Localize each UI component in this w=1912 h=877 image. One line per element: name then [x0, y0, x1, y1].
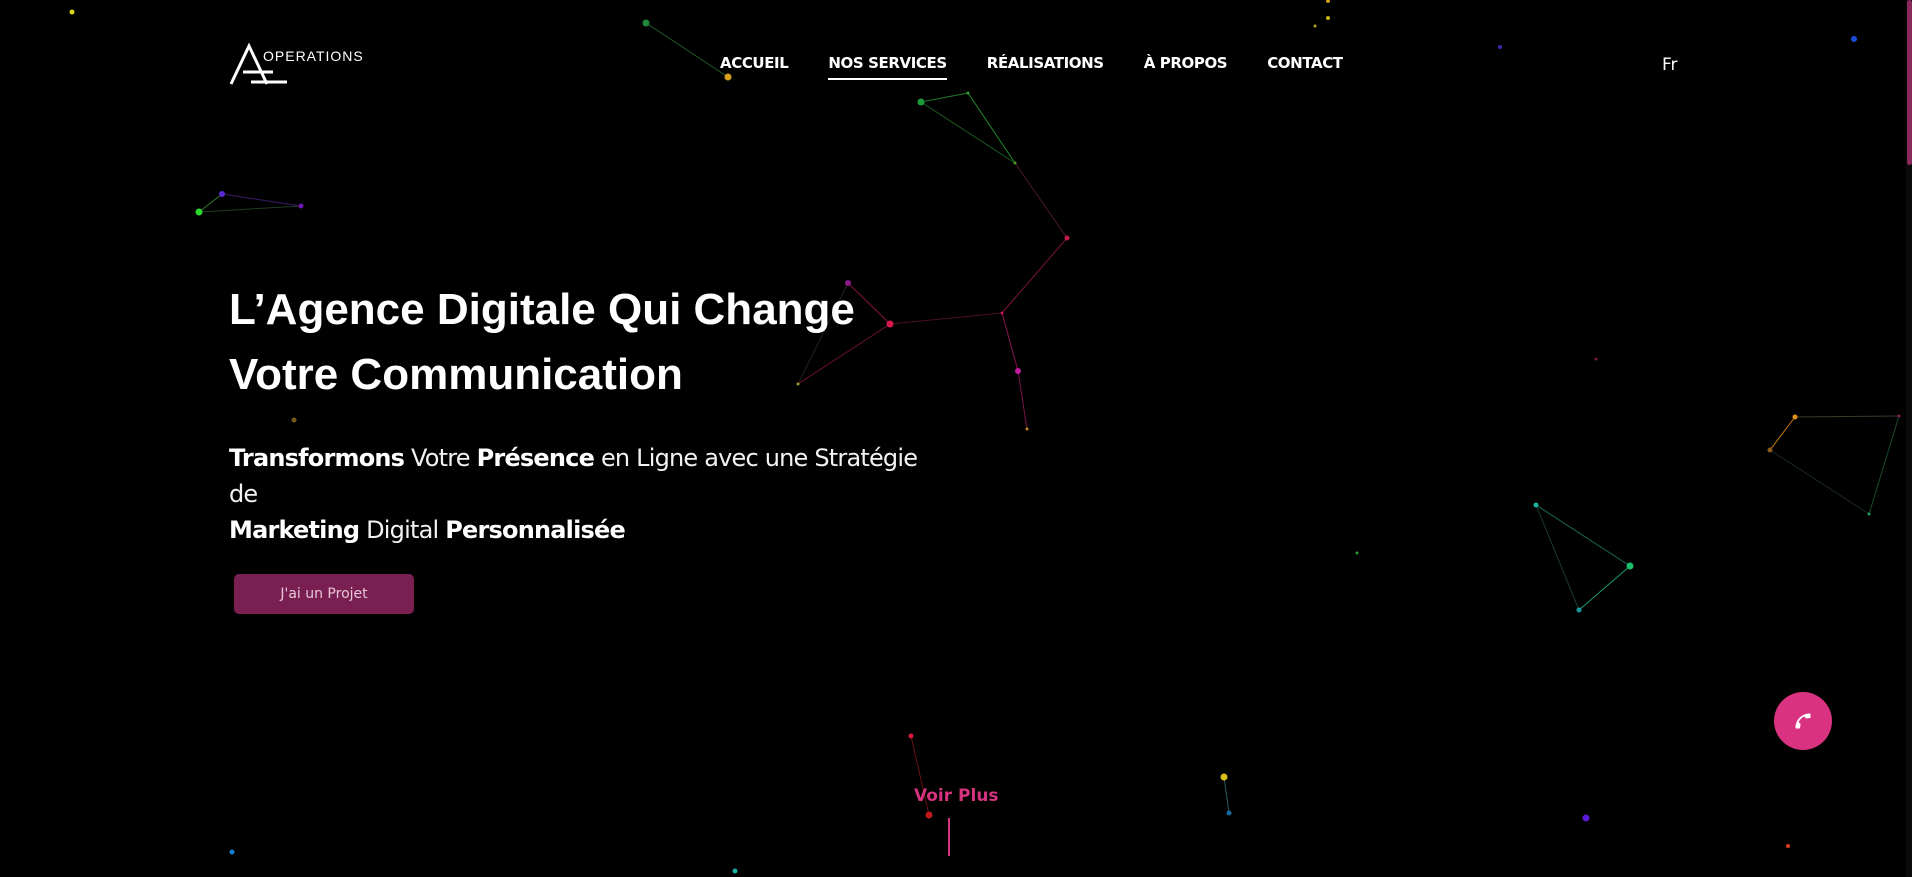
hero-subtitle-word: Transformons: [229, 444, 405, 472]
particle: [195, 208, 203, 216]
particle-link: [198, 193, 223, 213]
voir-plus-link[interactable]: Voir Plus: [914, 786, 999, 806]
particle: [1313, 24, 1317, 28]
particle: [219, 191, 225, 197]
particle-link: [1535, 504, 1631, 567]
particle: [1594, 357, 1598, 361]
hero-title-line-1: L’Agence Digitale Qui Change: [229, 285, 855, 334]
particle: [966, 91, 970, 95]
particle: [732, 868, 738, 874]
project-cta-button[interactable]: J'ai un Projet: [234, 574, 414, 614]
particle: [1897, 414, 1901, 418]
particle-link: [920, 92, 969, 103]
particle: [1786, 844, 1790, 848]
particle: [1326, 0, 1330, 3]
particle: [1498, 45, 1502, 49]
particle: [1326, 16, 1330, 20]
scroll-indicator-line: [948, 818, 950, 856]
nav-item-contact[interactable]: CONTACT: [1267, 54, 1343, 80]
particle: [917, 98, 925, 106]
particle-link: [1794, 415, 1900, 418]
particle: [1582, 814, 1590, 822]
main-nav: ACCUEIL NOS SERVICES RÉALISATIONS À PROP…: [720, 54, 1343, 80]
particle-link: [1001, 312, 1019, 372]
hero-title: L’Agence Digitale Qui Change Votre Commu…: [229, 277, 989, 407]
particle-link: [1014, 162, 1068, 239]
nav-item-realisations[interactable]: RÉALISATIONS: [987, 54, 1104, 80]
scrollbar-thumb[interactable]: [1907, 0, 1912, 165]
logo-wordmark: OPERATIONS: [263, 48, 364, 64]
particle: [1851, 36, 1857, 42]
particle: [925, 811, 933, 819]
hero-subtitle-word: Votre: [411, 444, 471, 472]
particle: [1220, 773, 1228, 781]
particle: [1025, 427, 1029, 431]
site-logo[interactable]: OPERATIONS: [229, 42, 363, 86]
particle-link: [1769, 449, 1870, 515]
particle-link: [645, 22, 729, 78]
particle-link: [221, 193, 302, 207]
particle-dots: [69, 0, 1901, 874]
particle-links: [198, 22, 1900, 816]
particle-link: [1868, 415, 1900, 515]
nav-item-accueil[interactable]: ACCUEIL: [720, 54, 789, 80]
particle: [69, 9, 75, 15]
particle: [1013, 161, 1017, 165]
language-switcher[interactable]: Fr: [1662, 55, 1678, 75]
particle-link: [1223, 776, 1230, 814]
particle: [298, 203, 304, 209]
particle-link: [1578, 565, 1631, 611]
particle: [1792, 414, 1798, 420]
phone-icon: [1795, 713, 1811, 729]
phone-call-button[interactable]: [1774, 692, 1832, 750]
particle-link: [1535, 504, 1580, 611]
nav-item-nos-services[interactable]: NOS SERVICES: [828, 54, 947, 80]
hero-subtitle: Transformons Votre Présence en Ligne ave…: [229, 440, 929, 548]
page: OPERATIONS ACCUEIL NOS SERVICES RÉALISAT…: [0, 0, 1912, 877]
particle-link: [1769, 416, 1796, 451]
particle-link: [920, 101, 1016, 164]
particle: [1355, 551, 1359, 555]
particle: [908, 733, 914, 739]
particle: [1626, 562, 1634, 570]
hero-subtitle-word: Digital: [366, 516, 439, 544]
particle: [642, 19, 650, 27]
hero-subtitle-word: Personnalisée: [445, 516, 626, 544]
particle-background: [69, 0, 1901, 874]
nav-item-a-propos[interactable]: À PROPOS: [1144, 54, 1228, 80]
hero-title-line-2: Votre Communication: [229, 350, 683, 399]
particle: [229, 849, 235, 855]
particle: [1576, 607, 1582, 613]
hero-subtitle-word: Marketing: [229, 516, 360, 544]
particle: [1533, 502, 1539, 508]
particle: [1867, 512, 1871, 516]
particle: [1226, 810, 1232, 816]
particle: [1064, 235, 1070, 241]
particle-link: [967, 92, 1016, 164]
particle: [1000, 311, 1004, 315]
particle-link: [1017, 370, 1028, 430]
hero-subtitle-word: Présence: [476, 444, 595, 472]
particle-link: [1001, 237, 1068, 314]
particle: [1015, 368, 1021, 374]
particle: [1767, 447, 1773, 453]
particle-link: [198, 205, 302, 213]
particle: [291, 417, 297, 423]
